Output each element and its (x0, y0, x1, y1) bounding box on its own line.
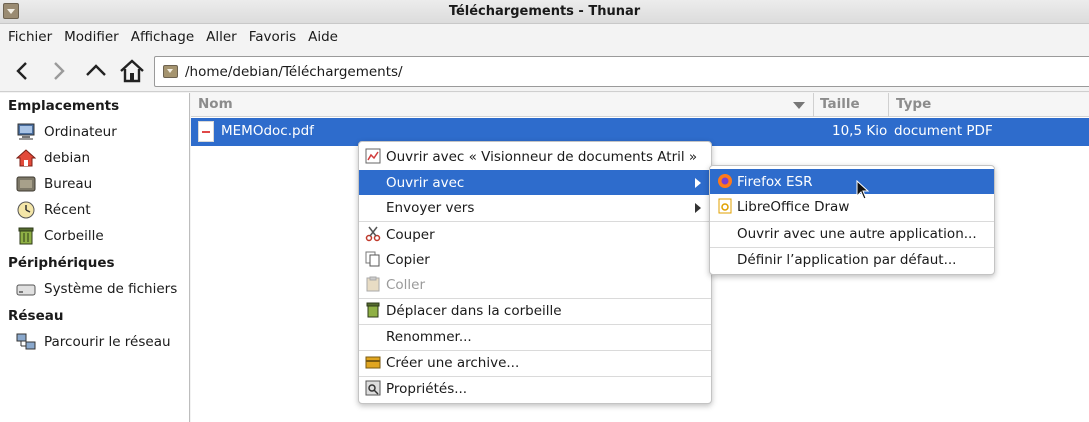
home-button[interactable] (119, 58, 145, 84)
sidebar-item-corbeille[interactable]: Corbeille (16, 225, 104, 247)
menu-item-open-with[interactable]: Ouvrir avec (359, 170, 711, 195)
copy-icon (365, 251, 380, 267)
submenu-item-set-default[interactable]: Définir l’application par défaut... (710, 247, 994, 272)
sidebar-section-peripheriques: Périphériques (8, 255, 115, 271)
title-bar: Téléchargements - Thunar (0, 0, 1089, 24)
location-bar[interactable]: /home/debian/Téléchargements/ (154, 56, 1089, 87)
window-title: Téléchargements - Thunar (448, 4, 641, 19)
sidebar-item-bureau[interactable]: Bureau (16, 173, 92, 195)
sidebar-item-label: debian (44, 150, 91, 166)
menu-item-create-archive[interactable]: Créer une archive... (359, 350, 711, 375)
file-name: MEMOdoc.pdf (221, 123, 314, 139)
pdf-file-icon (198, 121, 214, 142)
submenu-item-libreoffice-draw[interactable]: LibreOffice Draw (710, 194, 994, 219)
sidebar-item-label: Système de fichiers (44, 281, 178, 297)
sidebar: Emplacements Ordinateur debian Bureau Ré… (0, 93, 190, 422)
menu-item-open-atril[interactable]: Ouvrir avec « Visionneur de documents At… (359, 144, 711, 169)
desktop-icon (16, 176, 36, 192)
column-header: Nom Taille Type (191, 93, 1089, 117)
home-folder-icon (16, 149, 36, 167)
file-size: 10,5 Kio (832, 123, 888, 139)
home-icon (120, 59, 144, 83)
properties-icon (365, 380, 381, 396)
menu-aide[interactable]: Aide (302, 29, 344, 45)
clock-icon (17, 201, 35, 219)
file-type: document PDF (894, 123, 993, 139)
paste-icon (366, 276, 380, 292)
sort-descending-icon (793, 102, 805, 109)
submenu-item-other-application[interactable]: Ouvrir avec une autre application... (710, 221, 994, 246)
location-path: /home/debian/Téléchargements/ (185, 63, 403, 80)
sidebar-item-label: Ordinateur (44, 124, 117, 140)
submenu-item-firefox-esr[interactable]: Firefox ESR (710, 169, 994, 194)
menu-bar: Fichier Modifier Affichage Aller Favoris… (0, 24, 1089, 50)
computer-icon (17, 123, 35, 140)
sidebar-item-systeme-de-fichiers[interactable]: Système de fichiers (16, 278, 177, 300)
sidebar-item-label: Récent (44, 202, 91, 218)
open-with-submenu: Firefox ESR LibreOffice Draw Ouvrir avec… (709, 165, 995, 275)
menu-affichage[interactable]: Affichage (125, 29, 200, 45)
menu-item-copy[interactable]: Copier (359, 247, 711, 272)
menu-item-send-to[interactable]: Envoyer vers (359, 195, 711, 220)
libreoffice-draw-icon (718, 198, 732, 214)
drive-icon (16, 284, 36, 296)
network-icon (16, 333, 36, 350)
sidebar-item-label: Corbeille (44, 228, 104, 244)
sidebar-item-debian[interactable]: debian (16, 147, 90, 169)
sidebar-item-label: Bureau (44, 176, 93, 192)
forward-button[interactable] (46, 58, 72, 84)
up-arrow-icon (86, 64, 106, 76)
menu-item-move-to-trash[interactable]: Déplacer dans la corbeille (359, 298, 711, 323)
menu-item-rename[interactable]: Renommer... (359, 324, 711, 349)
document-viewer-icon (365, 148, 381, 164)
submenu-arrow-icon (695, 178, 701, 188)
sidebar-section-emplacements: Emplacements (8, 98, 120, 114)
back-arrow-icon (16, 62, 27, 80)
mouse-cursor-icon (856, 180, 870, 200)
column-size[interactable]: Taille (820, 96, 860, 112)
sidebar-item-parcourir-le-reseau[interactable]: Parcourir le réseau (16, 331, 171, 353)
menu-modifier[interactable]: Modifier (58, 29, 125, 45)
menu-favoris[interactable]: Favoris (243, 29, 302, 45)
submenu-arrow-icon (695, 203, 701, 213)
column-name[interactable]: Nom (198, 96, 233, 112)
sidebar-item-label: Parcourir le réseau (44, 334, 171, 350)
context-menu: Ouvrir avec « Visionneur de documents At… (358, 141, 712, 404)
menu-aller[interactable]: Aller (200, 29, 243, 45)
archive-icon (365, 356, 381, 369)
trash-icon (366, 302, 380, 318)
trash-icon (18, 227, 34, 245)
menu-item-cut[interactable]: Couper (359, 222, 711, 247)
menu-item-paste[interactable]: Coller (359, 272, 711, 297)
parent-folder-button[interactable] (83, 58, 109, 84)
sidebar-item-recent[interactable]: Récent (16, 199, 91, 221)
scissors-icon (365, 226, 381, 242)
forward-arrow-icon (54, 62, 65, 80)
sidebar-item-ordinateur[interactable]: Ordinateur (16, 121, 117, 143)
menu-item-properties[interactable]: Propriétés... (359, 376, 711, 401)
sidebar-section-reseau: Réseau (8, 308, 64, 324)
column-type[interactable]: Type (896, 96, 931, 112)
firefox-icon (718, 174, 732, 188)
back-button[interactable] (10, 58, 36, 84)
folder-download-icon (163, 65, 178, 78)
menu-fichier[interactable]: Fichier (2, 29, 58, 45)
